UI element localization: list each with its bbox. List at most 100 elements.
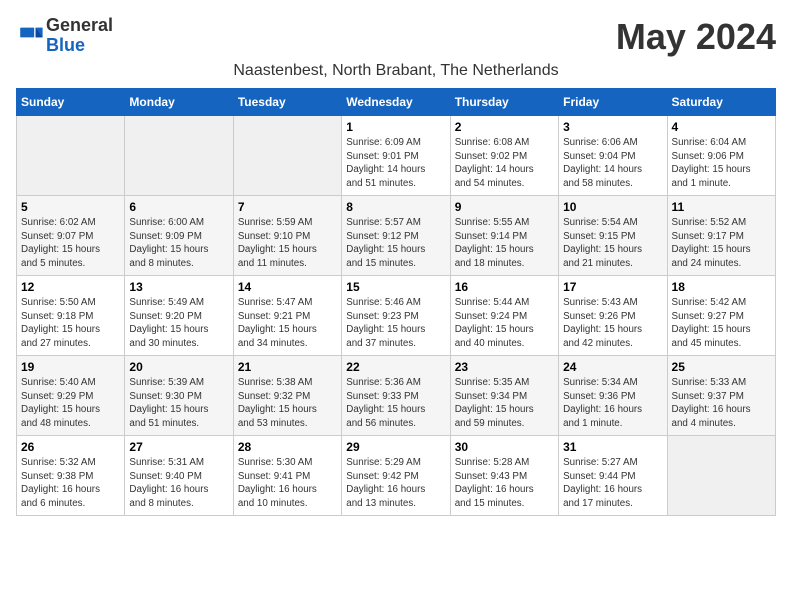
calendar-cell: 17 Sunrise: 5:43 AMSunset: 9:26 PMDayligh…: [559, 276, 667, 356]
day-info: Sunrise: 5:44 AMSunset: 9:24 PMDaylight:…: [455, 296, 554, 351]
day-info: Sunrise: 5:31 AMSunset: 9:40 PMDaylight:…: [129, 456, 228, 511]
day-header-thursday: Thursday: [450, 89, 558, 116]
calendar-week-row: 26 Sunrise: 5:32 AMSunset: 9:38 PMDayligh…: [17, 436, 776, 516]
day-number: 17: [563, 280, 662, 294]
day-info: Sunrise: 5:54 AMSunset: 9:15 PMDaylight:…: [563, 216, 662, 271]
page-header: General Blue May 2024: [16, 16, 776, 58]
day-info: Sunrise: 5:52 AMSunset: 9:17 PMDaylight:…: [672, 216, 771, 271]
day-info: Sunrise: 5:34 AMSunset: 9:36 PMDaylight:…: [563, 376, 662, 431]
day-number: 31: [563, 440, 662, 454]
calendar-cell: 2 Sunrise: 6:08 AMSunset: 9:02 PMDaylight…: [450, 116, 558, 196]
calendar-cell: 13 Sunrise: 5:49 AMSunset: 9:20 PMDayligh…: [125, 276, 233, 356]
calendar-cell: 18Sunrise: 5:42 AMSunset: 9:27 PMDayligh…: [667, 276, 775, 356]
day-number: 8: [346, 200, 445, 214]
calendar-cell: 12 Sunrise: 5:50 AMSunset: 9:18 PMDayligh…: [17, 276, 125, 356]
calendar-week-row: 19Sunrise: 5:40 AMSunset: 9:29 PMDayligh…: [17, 356, 776, 436]
calendar-cell: 24 Sunrise: 5:34 AMSunset: 9:36 PMDayligh…: [559, 356, 667, 436]
day-info: Sunrise: 5:29 AMSunset: 9:42 PMDaylight:…: [346, 456, 445, 511]
day-number: 15: [346, 280, 445, 294]
day-number: 3: [563, 120, 662, 134]
calendar-cell: 8Sunrise: 5:57 AMSunset: 9:12 PMDaylight…: [342, 196, 450, 276]
day-info: Sunrise: 5:32 AMSunset: 9:38 PMDaylight:…: [21, 456, 120, 511]
day-info: Sunrise: 5:46 AMSunset: 9:23 PMDaylight:…: [346, 296, 445, 351]
day-header-wednesday: Wednesday: [342, 89, 450, 116]
day-info: Sunrise: 5:30 AMSunset: 9:41 PMDaylight:…: [238, 456, 337, 511]
calendar-week-row: 12 Sunrise: 5:50 AMSunset: 9:18 PMDayligh…: [17, 276, 776, 356]
day-info: Sunrise: 5:49 AMSunset: 9:20 PMDaylight:…: [129, 296, 228, 351]
day-info: Sunrise: 5:50 AMSunset: 9:18 PMDaylight:…: [21, 296, 120, 351]
calendar-cell: 9 Sunrise: 5:55 AMSunset: 9:14 PMDaylight…: [450, 196, 558, 276]
calendar-cell: 5 Sunrise: 6:02 AMSunset: 9:07 PMDaylight…: [17, 196, 125, 276]
day-number: 25: [672, 360, 771, 374]
day-number: 21: [238, 360, 337, 374]
day-info: Sunrise: 5:47 AMSunset: 9:21 PMDaylight:…: [238, 296, 337, 351]
location-subtitle: Naastenbest, North Brabant, The Netherla…: [16, 62, 776, 80]
calendar-cell: 1Sunrise: 6:09 AMSunset: 9:01 PMDaylight…: [342, 116, 450, 196]
calendar-cell: 11 Sunrise: 5:52 AMSunset: 9:17 PMDayligh…: [667, 196, 775, 276]
calendar-cell: 28 Sunrise: 5:30 AMSunset: 9:41 PMDayligh…: [233, 436, 341, 516]
day-number: 30: [455, 440, 554, 454]
day-number: 28: [238, 440, 337, 454]
calendar-cell: 19Sunrise: 5:40 AMSunset: 9:29 PMDayligh…: [17, 356, 125, 436]
day-info: Sunrise: 5:27 AMSunset: 9:44 PMDaylight:…: [563, 456, 662, 511]
calendar-cell: 7 Sunrise: 5:59 AMSunset: 9:10 PMDaylight…: [233, 196, 341, 276]
logo: General Blue: [16, 16, 113, 56]
calendar-cell: [667, 436, 775, 516]
day-number: 13: [129, 280, 228, 294]
day-info: Sunrise: 5:39 AMSunset: 9:30 PMDaylight:…: [129, 376, 228, 431]
day-number: 10: [563, 200, 662, 214]
calendar-week-row: 5 Sunrise: 6:02 AMSunset: 9:07 PMDaylight…: [17, 196, 776, 276]
calendar-cell: 29 Sunrise: 5:29 AMSunset: 9:42 PMDayligh…: [342, 436, 450, 516]
day-number: 27: [129, 440, 228, 454]
day-info: Sunrise: 6:00 AMSunset: 9:09 PMDaylight:…: [129, 216, 228, 271]
calendar-cell: 23Sunrise: 5:35 AMSunset: 9:34 PMDayligh…: [450, 356, 558, 436]
calendar-cell: 4Sunrise: 6:04 AMSunset: 9:06 PMDaylight…: [667, 116, 775, 196]
day-header-monday: Monday: [125, 89, 233, 116]
calendar-cell: 3Sunrise: 6:06 AMSunset: 9:04 PMDaylight…: [559, 116, 667, 196]
calendar-cell: 30 Sunrise: 5:28 AMSunset: 9:43 PMDayligh…: [450, 436, 558, 516]
day-number: 9: [455, 200, 554, 214]
day-info: Sunrise: 6:08 AMSunset: 9:02 PMDaylight:…: [455, 136, 554, 191]
calendar-cell: 27 Sunrise: 5:31 AMSunset: 9:40 PMDayligh…: [125, 436, 233, 516]
calendar-cell: 22Sunrise: 5:36 AMSunset: 9:33 PMDayligh…: [342, 356, 450, 436]
calendar-cell: 20 Sunrise: 5:39 AMSunset: 9:30 PMDayligh…: [125, 356, 233, 436]
logo-text-block: General Blue: [46, 16, 113, 56]
logo-icon: [16, 22, 44, 50]
calendar-cell: 15 Sunrise: 5:46 AMSunset: 9:23 PMDayligh…: [342, 276, 450, 356]
day-number: 24: [563, 360, 662, 374]
calendar-cell: 16 Sunrise: 5:44 AMSunset: 9:24 PMDayligh…: [450, 276, 558, 356]
day-number: 16: [455, 280, 554, 294]
calendar-cell: 31 Sunrise: 5:27 AMSunset: 9:44 PMDayligh…: [559, 436, 667, 516]
day-number: 12: [21, 280, 120, 294]
day-info: Sunrise: 5:40 AMSunset: 9:29 PMDaylight:…: [21, 376, 120, 431]
day-info: Sunrise: 5:28 AMSunset: 9:43 PMDaylight:…: [455, 456, 554, 511]
calendar-cell: 21 Sunrise: 5:38 AMSunset: 9:32 PMDayligh…: [233, 356, 341, 436]
day-number: 2: [455, 120, 554, 134]
day-header-saturday: Saturday: [667, 89, 775, 116]
day-info: Sunrise: 5:36 AMSunset: 9:33 PMDaylight:…: [346, 376, 445, 431]
calendar-cell: 6 Sunrise: 6:00 AMSunset: 9:09 PMDaylight…: [125, 196, 233, 276]
day-number: 20: [129, 360, 228, 374]
day-info: Sunrise: 5:38 AMSunset: 9:32 PMDaylight:…: [238, 376, 337, 431]
day-number: 11: [672, 200, 771, 214]
day-number: 29: [346, 440, 445, 454]
calendar-cell: [233, 116, 341, 196]
day-number: 26: [21, 440, 120, 454]
day-number: 5: [21, 200, 120, 214]
calendar-cell: [125, 116, 233, 196]
day-number: 6: [129, 200, 228, 214]
calendar-cell: 26 Sunrise: 5:32 AMSunset: 9:38 PMDayligh…: [17, 436, 125, 516]
day-number: 1: [346, 120, 445, 134]
day-info: Sunrise: 6:02 AMSunset: 9:07 PMDaylight:…: [21, 216, 120, 271]
day-number: 4: [672, 120, 771, 134]
calendar-cell: 14 Sunrise: 5:47 AMSunset: 9:21 PMDayligh…: [233, 276, 341, 356]
day-header-tuesday: Tuesday: [233, 89, 341, 116]
day-info: Sunrise: 5:59 AMSunset: 9:10 PMDaylight:…: [238, 216, 337, 271]
month-title: May 2024: [616, 16, 776, 58]
day-number: 7: [238, 200, 337, 214]
day-header-friday: Friday: [559, 89, 667, 116]
day-info: Sunrise: 5:55 AMSunset: 9:14 PMDaylight:…: [455, 216, 554, 271]
calendar-table: SundayMondayTuesdayWednesdayThursdayFrid…: [16, 88, 776, 516]
day-info: Sunrise: 5:43 AMSunset: 9:26 PMDaylight:…: [563, 296, 662, 351]
day-number: 14: [238, 280, 337, 294]
